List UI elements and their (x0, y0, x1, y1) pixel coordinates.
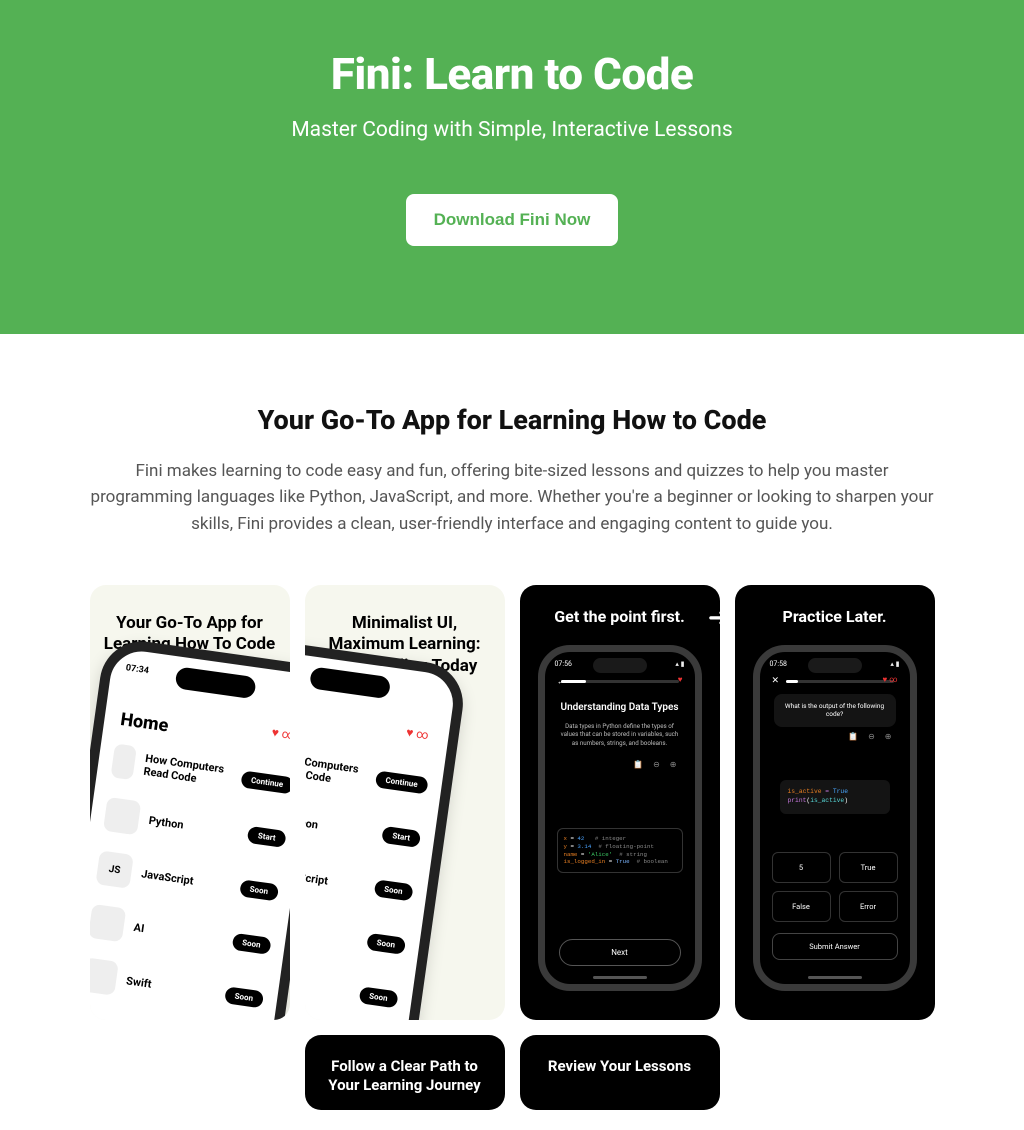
course-icon (110, 743, 137, 780)
course-row[interactable]: Swift Soon (90, 957, 265, 1016)
hero-title: Fini: Learn to Code (20, 48, 1004, 100)
screenshot-caption: Practice Later. (735, 585, 935, 627)
course-title: Swift (125, 974, 152, 990)
course-row[interactable]: SwiftSoon (305, 957, 400, 1016)
screenshot-caption: Review Your Lessons (520, 1035, 720, 1076)
course-list: How Computers Read CodeContinue Python Sta… (305, 743, 430, 1016)
course-pill[interactable]: Soon (231, 932, 271, 954)
home-indicator-icon (808, 976, 862, 979)
course-row[interactable]: AI Soon (90, 904, 273, 963)
code-block: x = 42 # integer y = 3.14 # floating-poi… (557, 828, 683, 873)
quiz-choice[interactable]: Error (839, 891, 898, 922)
course-title: Python (147, 813, 183, 831)
course-title: JavaScript (305, 867, 329, 887)
hero-section: Fini: Learn to Code Master Coding with S… (0, 0, 1024, 334)
code-tool-icons[interactable]: 📋 ⊖ ⊕ (633, 760, 680, 769)
course-title: How Computers Read Code (142, 752, 232, 790)
next-button[interactable]: Next (559, 939, 681, 966)
course-row[interactable]: How Computers Read Code Continue (110, 743, 290, 802)
screenshot-caption: Get the point first. (520, 585, 720, 627)
course-pill[interactable]: Soon (373, 879, 413, 901)
heart-icon: ♥ ∞ (883, 675, 898, 684)
lesson-title: Understanding Data Types (545, 702, 695, 713)
course-pill[interactable]: Continue (240, 770, 290, 794)
phone-time: 07:34 (125, 663, 149, 676)
course-title: How Computers Read Code (305, 752, 368, 790)
phone-notch-icon (174, 666, 256, 699)
heart-icon: ♥ (678, 675, 683, 684)
phone-mock-quiz: 07:58 ▴ ▮ ✕ ♥ ∞ What is the output of th… (753, 645, 917, 991)
course-row[interactable]: How Computers Read CodeContinue (305, 743, 430, 802)
submit-answer-button[interactable]: Submit Answer (772, 933, 898, 960)
course-title: AI (132, 920, 144, 934)
course-list: How Computers Read Code Continue Python Sta… (90, 743, 290, 1016)
screenshot-card-3: Get the point first. ➜ 07:56 ▴ ▮ ♥ ← Und… (520, 585, 720, 1020)
code-block: is_active = True print(is_active) (780, 780, 890, 814)
status-icons: ▴ ▮ (675, 660, 684, 668)
quiz-choice[interactable]: 5 (772, 852, 831, 883)
intro-heading: Your Go-To App for Learning How to Code (90, 404, 934, 436)
course-pill[interactable]: Soon (365, 932, 405, 954)
screenshot-card-6: Review Your Lessons (520, 1035, 720, 1110)
course-icon: JS (95, 850, 133, 888)
course-icon (102, 797, 140, 835)
course-row[interactable]: Python Start (102, 797, 287, 856)
course-title: JavaScript (140, 867, 194, 887)
course-row[interactable]: JS JavaScript Soon (95, 850, 280, 909)
quiz-choice[interactable]: False (772, 891, 831, 922)
quiz-choice[interactable]: True (839, 852, 898, 883)
course-icon (90, 957, 119, 995)
course-pill[interactable]: Start (381, 825, 421, 847)
screenshot-caption: Follow a Clear Path toYour Learning Jour… (305, 1035, 505, 1095)
course-row[interactable]: AISoon (305, 904, 407, 963)
home-title: Home (119, 709, 170, 736)
status-icons: ▴ ▮ (890, 660, 899, 668)
close-icon[interactable]: ✕ (772, 676, 780, 686)
back-icon[interactable]: ← (557, 676, 566, 687)
course-icon (90, 904, 126, 942)
screenshot-gallery: Your Go-To App for Learning How To Code … (0, 567, 1024, 1130)
progress-bar (561, 680, 679, 683)
heart-icon: ♥ ∞ (405, 725, 429, 742)
screenshot-caption: Your Go-To App for Learning How To Code (90, 585, 290, 656)
phone-notch-icon (593, 658, 647, 673)
screenshot-card-5: Follow a Clear Path toYour Learning Jour… (305, 1035, 505, 1110)
course-row[interactable]: Python Start (305, 797, 422, 856)
course-title: Python (305, 813, 319, 831)
hero-subtitle: Master Coding with Simple, Interactive L… (20, 118, 1004, 142)
intro-section: Your Go-To App for Learning How to Code … (0, 334, 1024, 567)
course-pill[interactable]: Soon (358, 986, 398, 1008)
phone-notch-icon (308, 666, 390, 699)
phone-time: 07:56 (555, 660, 572, 668)
lesson-text: Data types in Python define the types of… (559, 722, 681, 747)
phone-mock-home: 07:34 Home ♥ ∞ How Computers Read CodeCo… (305, 636, 468, 1020)
quiz-question: What is the output of the following code… (774, 694, 896, 727)
phone-time: 07:58 (770, 660, 787, 668)
quiz-choices: 5 True False Error (772, 852, 898, 922)
course-pill[interactable]: Soon (238, 879, 278, 901)
progress-bar (786, 680, 894, 683)
phone-mock-lesson: 07:56 ▴ ▮ ♥ ← Understanding Data Types D… (538, 645, 702, 991)
phone-mock-home: 07:34 Home ♥ ∞ How Computers Read Code Co… (90, 636, 290, 1020)
screenshot-card-1: Your Go-To App for Learning How To Code … (90, 585, 290, 1020)
course-row[interactable]: JSJavaScriptSoon (305, 850, 415, 909)
course-pill[interactable]: Continue (374, 770, 428, 794)
download-button[interactable]: Download Fini Now (406, 194, 619, 246)
code-tool-icons[interactable]: 📋 ⊖ ⊕ (848, 732, 895, 741)
course-pill[interactable]: Start (246, 825, 286, 847)
screenshot-card-4: Practice Later. 07:58 ▴ ▮ ✕ ♥ ∞ What is … (735, 585, 935, 1020)
screenshot-card-2: Minimalist UI, Maximum Learning: Start C… (305, 585, 505, 1020)
home-indicator-icon (593, 976, 647, 979)
course-pill[interactable]: Soon (223, 986, 263, 1008)
heart-icon: ♥ ∞ (270, 725, 289, 742)
arrow-right-icon: ➜ (708, 603, 720, 633)
phone-notch-icon (808, 658, 862, 673)
intro-body: Fini makes learning to code easy and fun… (90, 458, 934, 537)
